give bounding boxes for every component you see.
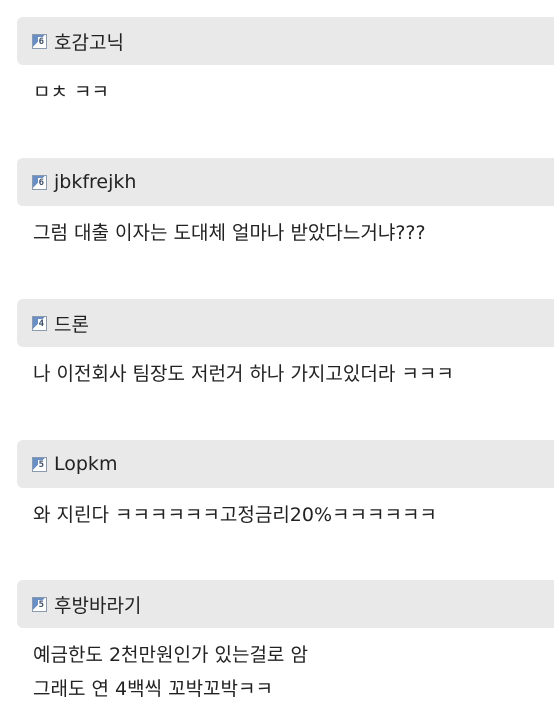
user-level-number: 5: [37, 599, 45, 611]
nickname[interactable]: jbkfrejkh: [54, 171, 136, 193]
comment-header: 5 후방바라기: [17, 580, 554, 628]
comment-header: 4 드론: [17, 299, 554, 347]
comment-line: ㅁㅊ ㅋㅋ: [33, 81, 109, 103]
nickname[interactable]: 후방바라기: [54, 591, 141, 618]
comment-text: 예금한도 2천만원인가 있는걸로 암 그래도 연 4백씩 꼬박꼬박ㅋㅋ: [17, 628, 554, 706]
user-level-icon: 5: [32, 456, 47, 472]
comment-text: 나 이전회사 팀장도 저런거 하나 가지고있더라 ㅋㅋㅋ: [17, 347, 554, 391]
user-level-number: 6: [37, 177, 45, 189]
user-level-icon: 5: [32, 596, 47, 612]
comment-item: 6 jbkfrejkh 그럼 대출 이자는 도대체 얼마나 받았다느거냐???: [17, 158, 554, 250]
user-level-number: 5: [37, 459, 45, 471]
nickname[interactable]: 드론: [54, 310, 89, 337]
user-level-icon: 4: [32, 315, 47, 331]
comment-line: 나 이전회사 팀장도 저런거 하나 가지고있더라 ㅋㅋㅋ: [33, 363, 454, 385]
comment-header: 6 jbkfrejkh: [17, 158, 554, 206]
comment-item: 6 호감고닉 ㅁㅊ ㅋㅋ: [17, 17, 554, 109]
user-level-number: 4: [37, 318, 45, 330]
comment-item: 5 Lopkm 와 지린다 ㅋㅋㅋㅋㅋㅋ고정금리20%ㅋㅋㅋㅋㅋㅋ: [17, 440, 554, 532]
nickname[interactable]: Lopkm: [54, 453, 117, 475]
comment-line: 예금한도 2천만원인가 있는걸로 암: [33, 644, 308, 666]
comment-line: 그럼 대출 이자는 도대체 얼마나 받았다느거냐???: [33, 222, 426, 244]
comment-line: 그래도 연 4백씩 꼬박꼬박ㅋㅋ: [33, 678, 273, 700]
comment-text: ㅁㅊ ㅋㅋ: [17, 65, 554, 109]
comment-item: 4 드론 나 이전회사 팀장도 저런거 하나 가지고있더라 ㅋㅋㅋ: [17, 299, 554, 391]
comment-text: 그럼 대출 이자는 도대체 얼마나 받았다느거냐???: [17, 206, 554, 250]
user-level-icon: 6: [32, 33, 47, 49]
comment-item: 5 후방바라기 예금한도 2천만원인가 있는걸로 암 그래도 연 4백씩 꼬박꼬…: [17, 580, 554, 706]
comment-text: 와 지린다 ㅋㅋㅋㅋㅋㅋ고정금리20%ㅋㅋㅋㅋㅋㅋ: [17, 488, 554, 532]
comment-header: 6 호감고닉: [17, 17, 554, 65]
comment-header: 5 Lopkm: [17, 440, 554, 488]
user-level-number: 6: [37, 36, 45, 48]
comment-line: 와 지린다 ㅋㅋㅋㅋㅋㅋ고정금리20%ㅋㅋㅋㅋㅋㅋ: [33, 504, 437, 526]
user-level-icon: 6: [32, 174, 47, 190]
nickname[interactable]: 호감고닉: [54, 28, 124, 55]
